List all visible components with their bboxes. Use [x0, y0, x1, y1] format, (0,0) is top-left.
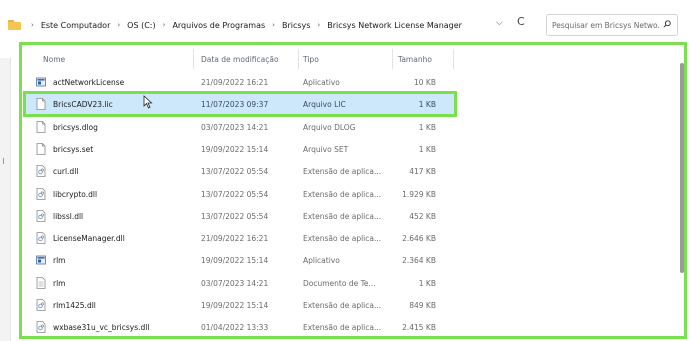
file-row[interactable]: curl.dll 13/07/2022 05:54 Extensão de apli… — [26, 161, 454, 181]
column-header-type[interactable]: Tipo — [303, 55, 319, 64]
dll-icon — [36, 232, 46, 244]
file-name: rlm1425.dll — [53, 301, 96, 310]
file-name: bricsys.dlog — [53, 122, 98, 132]
folder-icon — [8, 20, 21, 30]
file-row[interactable]: bricsys.dlog 03/07/2023 14:21 Arquivo DLOG… — [26, 117, 454, 137]
file-type: Extensão de aplica... — [303, 211, 382, 221]
file-size: 849 KB — [409, 301, 436, 310]
file-type: Documento de Te... — [303, 278, 376, 288]
breadcrumb[interactable]: › Este Computador › OS (C:) › Arquivos d… — [2, 14, 520, 36]
navigation-pane-edge — [0, 58, 11, 341]
chevron-down-icon[interactable]: ⌵ — [496, 18, 503, 28]
vertical-scrollbar[interactable] — [680, 63, 684, 273]
file-date-modified: 19/09/2022 15:14 — [201, 144, 269, 154]
dll-icon — [36, 209, 46, 222]
address-bar-row: › Este Computador › OS (C:) › Arquivos d… — [0, 0, 690, 40]
breadcrumb-item-bricsys-network-license-manager[interactable]: Bricsys Network License Manager — [326, 21, 463, 30]
file-date-modified: 19/09/2022 15:14 — [201, 256, 269, 266]
file-date-modified: 19/09/2022 15:14 — [201, 301, 269, 310]
file-date-modified: 03/07/2023 14:21 — [201, 122, 269, 132]
file-date-modified: 03/07/2023 14:21 — [201, 278, 269, 288]
file-name: libssl.dll — [53, 211, 84, 221]
file-row[interactable]: libcrypto.dll 13/07/2022 05:54 Extensão de… — [26, 184, 454, 204]
file-size: 452 KB — [409, 211, 436, 221]
file-date-modified: 13/07/2022 05:54 — [201, 167, 269, 177]
file-type: Arquivo SET — [303, 144, 349, 154]
file-date-modified: 01/04/2022 13:33 — [201, 323, 269, 333]
application-icon — [36, 76, 46, 88]
file-date-modified: 13/07/2022 05:54 — [201, 189, 269, 199]
file-date-modified: 11/07/2023 09:37 — [201, 100, 269, 110]
file-size: 2.646 KB — [402, 234, 436, 244]
file-size: 2.415 KB — [402, 323, 436, 333]
text-document-icon — [36, 276, 46, 289]
file-row[interactable]: libssl.dll 13/07/2022 05:54 Extensão de ap… — [26, 206, 454, 226]
search-box[interactable] — [546, 14, 678, 36]
file-size: 1 KB — [418, 144, 436, 154]
column-header-size[interactable]: Tamanho — [398, 55, 432, 64]
file-icon — [36, 120, 46, 133]
application-icon — [36, 254, 46, 266]
file-name: curl.dll — [53, 167, 79, 177]
dll-icon — [36, 321, 46, 334]
file-size: 1.929 KB — [402, 189, 436, 199]
file-size: 1 KB — [418, 122, 436, 132]
breadcrumb-item-os-c[interactable]: OS (C:) — [126, 21, 156, 30]
file-size: 2.364 KB — [402, 256, 436, 266]
file-icon — [36, 142, 46, 155]
refresh-icon[interactable]: C — [517, 15, 525, 28]
file-size: 1 KB — [418, 278, 436, 288]
dll-icon — [36, 187, 46, 200]
file-type: Arquivo DLOG — [303, 122, 356, 132]
breadcrumb-item-bricsys[interactable]: Bricsys — [281, 21, 311, 30]
file-size: 1 KB — [418, 100, 436, 110]
file-type: Extensão de aplica... — [303, 189, 382, 199]
file-name: actNetworkLicense — [53, 78, 125, 87]
file-name: libcrypto.dll — [53, 189, 98, 199]
file-date-modified: 13/07/2022 05:54 — [201, 211, 269, 221]
mouse-cursor-icon — [143, 95, 153, 109]
search-icon[interactable] — [663, 20, 671, 28]
file-type: Extensão de aplica... — [303, 167, 382, 177]
file-type: Extensão de aplica... — [303, 234, 382, 244]
file-name: rlm — [53, 278, 66, 288]
file-row[interactable]: bricsys.set 19/09/2022 15:14 Arquivo SET 1 … — [26, 139, 454, 159]
dll-icon — [36, 165, 46, 178]
breadcrumb-item-arquivos-de-programas[interactable]: Arquivos de Programas — [171, 21, 266, 30]
file-size: 10 KB — [414, 78, 436, 87]
file-row[interactable]: rlm 03/07/2023 14:21 Documento de Te... 1 K… — [26, 273, 454, 293]
file-row[interactable]: rlm 19/09/2022 15:14 Aplicativo 2.364 KB — [26, 250, 454, 270]
column-header-row: Nome Data de modificação Tipo Tamanho — [22, 45, 684, 72]
chevron-right-icon: › — [272, 21, 275, 29]
chevron-right-icon: › — [317, 21, 321, 29]
file-row[interactable]: wxbase31u_vc_bricsys.dll 01/04/2022 13:33… — [26, 317, 454, 336]
file-row[interactable]: LicenseManager.dll 21/09/2022 16:21 Extens… — [26, 228, 454, 248]
file-name: BricsCADV23.lic — [53, 100, 113, 110]
file-row[interactable]: rlm1425.dll 19/09/2022 15:14 Extensão de a… — [26, 295, 454, 315]
column-header-name[interactable]: Nome — [43, 55, 65, 64]
file-name: bricsys.set — [53, 144, 94, 154]
file-date-modified: 21/09/2022 16:21 — [201, 234, 269, 244]
dll-icon — [36, 299, 46, 311]
chevron-right-icon: › — [162, 21, 166, 29]
file-date-modified: 21/09/2022 16:21 — [201, 78, 269, 87]
file-type: Extensão de aplica... — [303, 301, 382, 310]
file-name: rlm — [53, 256, 66, 266]
chevron-right-icon: › — [31, 21, 34, 29]
file-name: LicenseManager.dll — [53, 234, 125, 244]
file-list: Nome Data de modificação Tipo Tamanho ac… — [19, 42, 687, 339]
breadcrumb-item-este-computador[interactable]: Este Computador — [40, 21, 112, 30]
file-type: Aplicativo — [303, 256, 340, 266]
file-name: wxbase31u_vc_bricsys.dll — [53, 323, 150, 333]
file-size: 417 KB — [409, 167, 436, 177]
column-header-date[interactable]: Data de modificação — [201, 55, 279, 64]
chevron-right-icon: › — [117, 21, 121, 29]
file-type: Aplicativo — [303, 78, 340, 87]
file-row[interactable]: actNetworkLicense 21/09/2022 16:21 Aplicat… — [26, 72, 454, 92]
file-type: Extensão de aplica... — [303, 323, 382, 333]
file-icon — [36, 98, 46, 111]
search-input[interactable] — [552, 19, 660, 32]
file-type: Arquivo LIC — [303, 100, 346, 110]
file-row-selected[interactable]: BricsCADV23.lic 11/07/2023 09:37 Arquivo L… — [23, 91, 457, 118]
